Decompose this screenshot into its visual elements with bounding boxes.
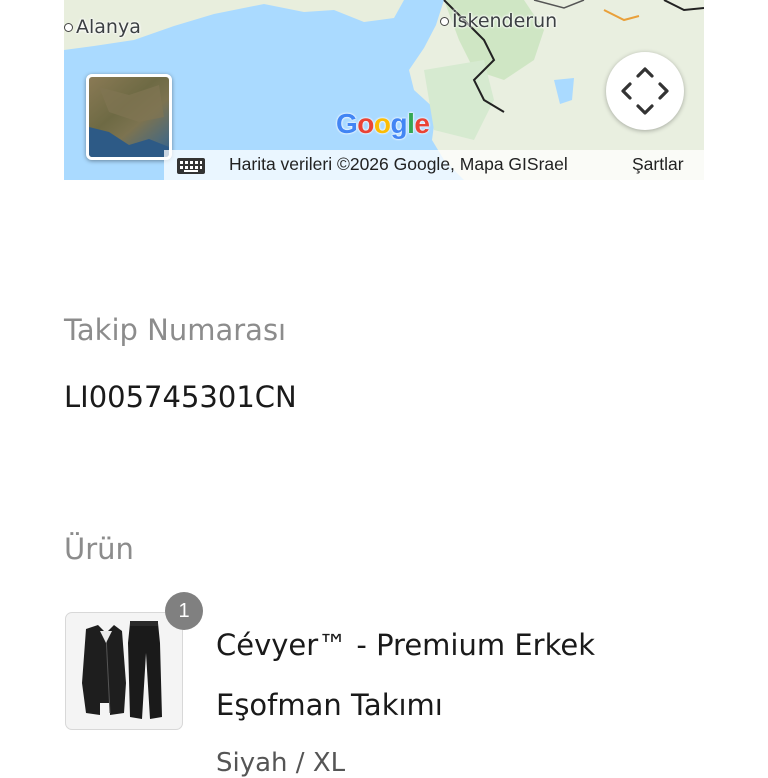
map-view[interactable]: Alanya İskenderun Google Harita verileri… [64,0,704,180]
map-place-alanya: Alanya [64,16,141,38]
map-attribution-text: Harita verileri ©2026 Google, Mapa GISra… [229,154,568,174]
google-logo: Google [336,108,430,140]
google-logo-letter: e [414,108,430,139]
satellite-layer-thumbnail[interactable] [86,74,172,160]
tracking-number-value: LI005745301CN [64,380,297,414]
google-logo-letter: G [336,108,358,139]
place-dot-icon [64,23,73,32]
pan-control-button[interactable] [606,52,684,130]
map-terms-link[interactable]: Şartlar [632,154,684,175]
product-title: Cévyer™ - Premium Erkek Eşofman Takımı [216,628,595,722]
product-section-label: Ürün [64,532,134,566]
place-label: Alanya [76,16,141,38]
place-label: İskenderun [452,10,558,32]
map-place-iskenderun: İskenderun [440,10,557,32]
tracking-number-label: Takip Numarası [64,313,287,347]
place-dot-icon [440,17,449,26]
google-logo-letter: o [357,108,374,139]
satellite-icon [89,85,169,157]
google-logo-letter: g [390,108,408,139]
map-attribution-bar: Harita verileri ©2026 Google, Mapa GISra… [164,150,704,180]
keyboard-icon[interactable] [176,157,206,179]
product-image [65,612,183,730]
product-variant: Siyah / XL [216,748,346,778]
quantity-badge: 1 [165,592,203,630]
google-logo-letter: o [373,108,391,139]
pan-arrows-icon [621,67,669,115]
